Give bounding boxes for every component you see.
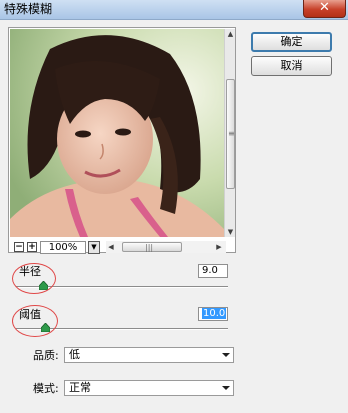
- horizontal-scroll-thumb[interactable]: |||: [122, 242, 182, 252]
- scroll-left-icon[interactable]: ◀: [106, 242, 116, 252]
- radius-input[interactable]: 9.0: [198, 264, 228, 278]
- scroll-right-icon[interactable]: ▶: [214, 242, 224, 252]
- mode-select[interactable]: 正常: [64, 380, 234, 396]
- threshold-input[interactable]: 10.0: [198, 307, 228, 321]
- close-button[interactable]: ✕: [303, 0, 346, 18]
- title-bar: [0, 0, 348, 20]
- grip-icon: ≡: [228, 129, 235, 138]
- quality-label: 品质:: [33, 349, 59, 362]
- threshold-value: 10.0: [202, 308, 227, 319]
- scroll-down-icon[interactable]: ▼: [225, 227, 236, 237]
- zoom-level-field[interactable]: 100%: [40, 241, 86, 254]
- cancel-button[interactable]: 取消: [251, 56, 332, 76]
- quality-select[interactable]: 低: [64, 347, 234, 363]
- portrait-photo: [10, 29, 224, 237]
- grip-icon: |||: [145, 243, 154, 252]
- scroll-up-icon[interactable]: ▲: [225, 29, 236, 39]
- chevron-down-icon: [222, 386, 230, 390]
- mode-label: 模式:: [33, 382, 59, 395]
- window-title: 特殊模糊: [4, 2, 53, 16]
- chevron-down-icon: [222, 353, 230, 357]
- annotation-circle: [12, 263, 56, 294]
- quality-selected-value: 低: [69, 348, 80, 361]
- annotation-circle: [12, 305, 58, 337]
- vertical-scrollbar[interactable]: ▲ ≡ ▼: [224, 29, 235, 237]
- vertical-scroll-thumb[interactable]: ≡: [226, 79, 235, 189]
- preview-image[interactable]: [10, 29, 224, 237]
- ok-button[interactable]: 确定: [251, 32, 332, 52]
- mode-selected-value: 正常: [69, 381, 91, 394]
- zoom-in-button[interactable]: +: [27, 242, 37, 252]
- horizontal-scrollbar[interactable]: ◀ ||| ▶: [106, 241, 226, 253]
- zoom-out-button[interactable]: −: [14, 242, 24, 252]
- preview-pane: ▲ ≡ ▼: [8, 27, 236, 253]
- zoom-dropdown-icon[interactable]: ▼: [88, 241, 100, 254]
